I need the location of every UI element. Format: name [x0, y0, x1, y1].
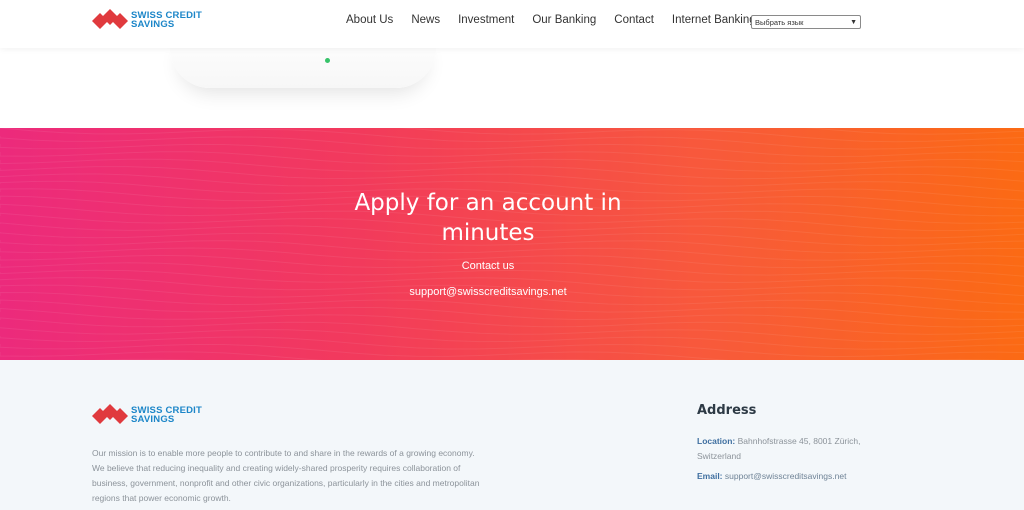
address-location: Location: Bahnhofstrasse 45, 8001 Zürich…	[697, 434, 897, 464]
wave-line	[0, 299, 1024, 328]
logo-diamonds-icon	[92, 404, 128, 424]
nav-about-us[interactable]: About Us	[346, 14, 393, 26]
logo-line-2: SAVINGS	[131, 414, 175, 425]
nav-our-banking[interactable]: Our Banking	[532, 14, 596, 26]
address-heading: Address	[697, 403, 757, 418]
chevron-down-icon: ▼	[850, 18, 857, 26]
contact-us-link[interactable]: Contact us	[388, 260, 588, 272]
address-email: Email: support@swisscreditsavings.net	[697, 469, 897, 484]
wave-line	[0, 307, 1024, 335]
nav-investment[interactable]: Investment	[458, 14, 514, 26]
language-select-value: Выбрать язык	[755, 17, 804, 27]
language-select[interactable]: Выбрать язык ▼	[751, 15, 861, 29]
cta-email-link[interactable]: support@swisscreditsavings.net	[358, 286, 618, 298]
nav-internet-banking[interactable]: Internet Banking	[672, 14, 756, 26]
site-footer: SWISS CREDIT SAVINGS Our mission is to e…	[0, 360, 1024, 510]
logo-text: SWISS CREDIT SAVINGS	[131, 406, 202, 425]
wave-line	[0, 143, 1024, 165]
footer-logo[interactable]: SWISS CREDIT SAVINGS	[92, 404, 202, 426]
header-logo[interactable]: SWISS CREDIT SAVINGS	[92, 9, 202, 31]
nav-contact[interactable]: Contact	[614, 14, 654, 26]
wave-line	[0, 151, 1024, 172]
logo-line-2: SAVINGS	[131, 19, 175, 30]
location-label: Location:	[697, 436, 736, 446]
site-header: SWISS CREDIT SAVINGS About Us News Inves…	[0, 0, 1024, 48]
logo-text: SWISS CREDIT SAVINGS	[131, 11, 202, 30]
device-indicator-dot	[325, 58, 330, 63]
apply-cta-section: Apply for an account in minutes Contact …	[0, 128, 1024, 360]
wave-line	[0, 336, 1024, 358]
cta-title: Apply for an account in minutes	[354, 190, 622, 246]
email-label: Email:	[697, 471, 723, 481]
wave-line	[0, 317, 1024, 343]
nav-news[interactable]: News	[411, 14, 440, 26]
mission-statement: Our mission is to enable more people to …	[92, 448, 480, 503]
main-nav: About Us News Investment Our Banking Con…	[346, 14, 774, 26]
logo-diamonds-icon	[92, 9, 128, 29]
footer-email-link[interactable]: support@swisscreditsavings.net	[725, 471, 847, 481]
